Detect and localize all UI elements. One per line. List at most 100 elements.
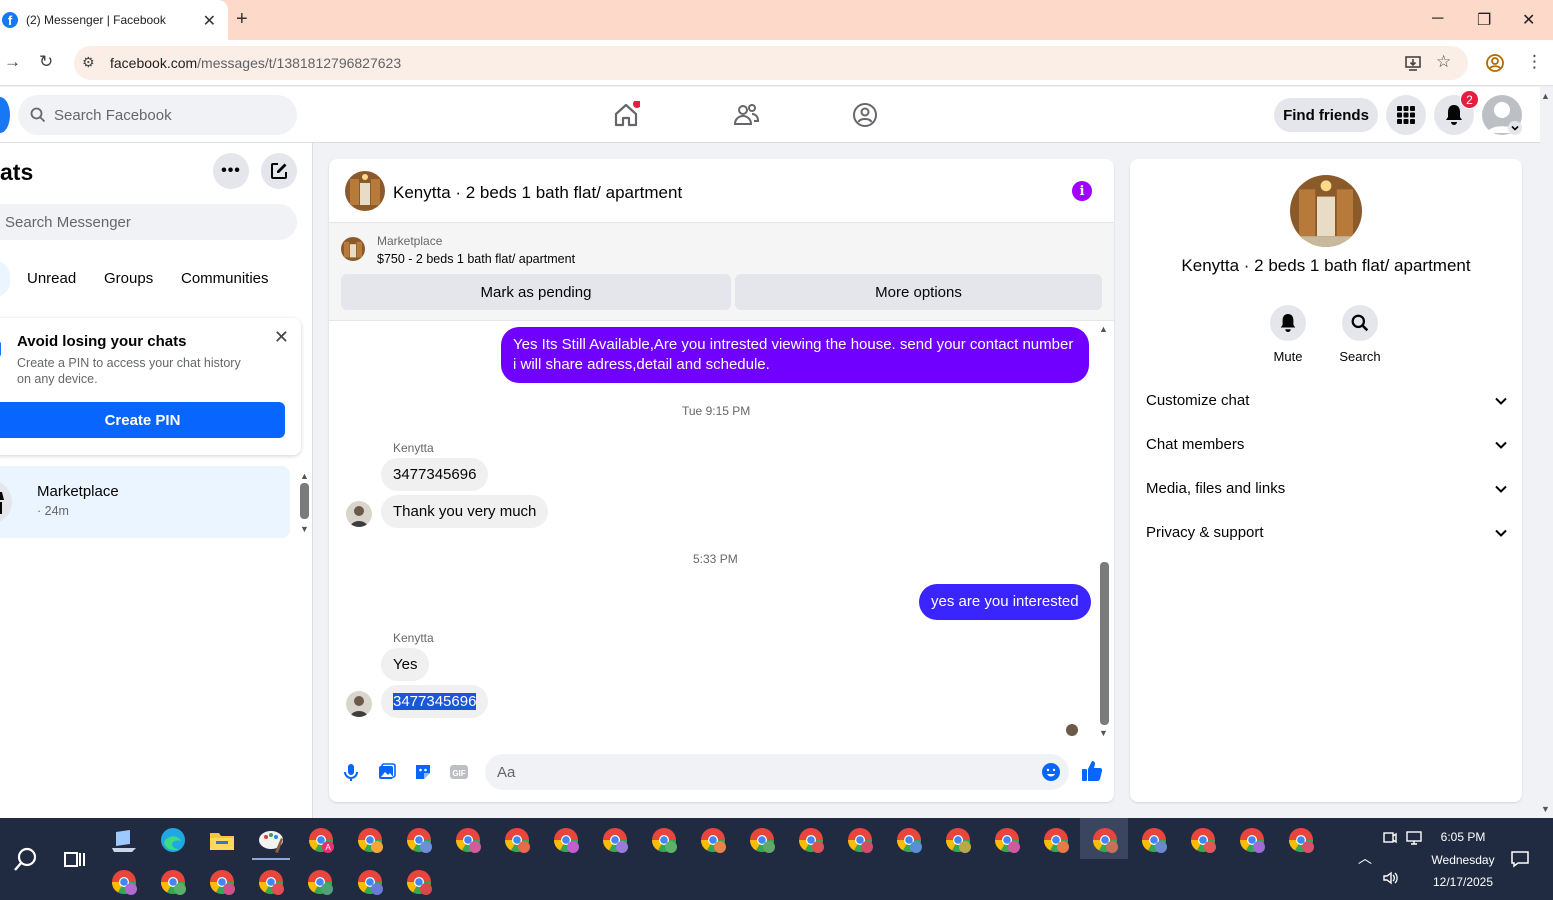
section-media-files-links[interactable]: Media, files and links <box>1146 480 1508 497</box>
close-tab-icon[interactable]: ✕ <box>203 11 216 31</box>
close-icon[interactable]: ✕ <box>274 327 289 348</box>
emoji-icon[interactable] <box>1041 762 1061 782</box>
laptop-app-icon[interactable] <box>110 826 138 854</box>
chrome-profile-icon[interactable] <box>1238 826 1266 854</box>
page-scroll-up-icon[interactable]: ▲ <box>1541 91 1550 101</box>
chrome-profile-icon[interactable] <box>405 868 433 896</box>
chrome-profile-icon[interactable] <box>944 826 972 854</box>
file-explorer-icon[interactable] <box>208 826 236 854</box>
filter-communities[interactable]: Communities <box>181 270 269 287</box>
chrome-profile-icon[interactable] <box>993 826 1021 854</box>
restore-icon[interactable]: ❐ <box>1477 10 1491 30</box>
filter-unread[interactable]: Unread <box>27 270 76 287</box>
install-app-icon[interactable] <box>1404 54 1422 72</box>
sidebar-scroll-up-icon[interactable]: ▲ <box>300 471 309 481</box>
chrome-profile-icon[interactable] <box>699 826 727 854</box>
thumbs-up-icon[interactable] <box>1080 759 1104 783</box>
more-options-button[interactable]: More options <box>735 274 1102 310</box>
mute-action[interactable]: Mute <box>1258 305 1318 364</box>
section-chat-members[interactable]: Chat members <box>1146 436 1508 453</box>
chats-options-button[interactable]: ••• <box>213 153 249 189</box>
chrome-profile-icon[interactable] <box>110 868 138 896</box>
new-tab-icon[interactable]: + <box>236 8 248 31</box>
create-pin-button[interactable]: Create PIN <box>0 402 285 438</box>
account-chevron-icon[interactable] <box>1508 121 1522 135</box>
section-privacy-support[interactable]: Privacy & support <box>1146 524 1508 541</box>
facebook-logo-icon[interactable] <box>0 97 10 133</box>
sidebar-scrollbar[interactable] <box>300 483 309 519</box>
chrome-profile-icon[interactable] <box>1091 826 1119 854</box>
chrome-profile-icon[interactable] <box>257 868 285 896</box>
page-scroll-down-icon[interactable]: ▼ <box>1541 804 1550 814</box>
message-input[interactable]: Aa <box>485 754 1069 790</box>
chrome-profile-icon[interactable] <box>552 826 580 854</box>
filter-all-pill[interactable] <box>0 261 10 297</box>
gif-icon[interactable]: GIF <box>449 762 469 782</box>
search-messenger-input[interactable]: Search Messenger <box>0 204 297 240</box>
chrome-profile-icon[interactable] <box>208 868 236 896</box>
chrome-profile-icon[interactable] <box>306 868 334 896</box>
find-friends-button[interactable]: Find friends <box>1274 98 1378 132</box>
chrome-profile-icon[interactable] <box>1140 826 1168 854</box>
sticker-icon[interactable] <box>413 762 433 782</box>
chrome-profile-icon[interactable] <box>895 826 923 854</box>
message-outgoing[interactable]: yes are you interested <box>919 584 1091 620</box>
task-view-icon[interactable] <box>60 846 88 874</box>
chat-scroll-down-icon[interactable]: ▼ <box>1099 728 1108 738</box>
close-window-icon[interactable]: ✕ <box>1522 10 1535 30</box>
chrome-profile-icon[interactable] <box>503 826 531 854</box>
omnibox[interactable]: ⚙ facebook.com/messages/t/13818127968276… <box>74 46 1468 80</box>
volume-icon[interactable] <box>1382 870 1400 886</box>
notification-center-icon[interactable] <box>1510 850 1530 868</box>
chrome-profile-icon[interactable] <box>454 826 482 854</box>
chrome-profile-icon[interactable] <box>1189 826 1217 854</box>
contact-large-avatar[interactable] <box>1290 175 1362 247</box>
chrome-profile-icon[interactable] <box>1042 826 1070 854</box>
message-incoming[interactable]: 3477345696 <box>381 458 489 491</box>
mark-as-pending-button[interactable]: Mark as pending <box>341 274 731 310</box>
groups-icon[interactable] <box>851 101 879 129</box>
edge-icon[interactable] <box>159 826 187 854</box>
forward-icon[interactable]: → <box>4 52 21 72</box>
new-message-button[interactable] <box>261 153 297 189</box>
chrome-profile-icon[interactable] <box>405 826 433 854</box>
chrome-menu-icon[interactable]: ⋮ <box>1526 52 1543 72</box>
chrome-profile-icon[interactable] <box>356 826 384 854</box>
message-incoming[interactable]: Yes <box>381 648 430 681</box>
chrome-profile-icon[interactable] <box>650 826 678 854</box>
contact-avatar[interactable] <box>345 171 385 211</box>
clock-day[interactable]: Wednesday <box>1428 853 1498 867</box>
chat-title[interactable]: Kenytta · 2 beds 1 bath flat/ apartment <box>393 183 682 203</box>
chrome-icon[interactable]: A <box>307 826 335 854</box>
listing-thumbnail[interactable] <box>341 237 365 261</box>
minimize-icon[interactable]: ─ <box>1432 10 1443 28</box>
chrome-profile-icon[interactable] <box>159 868 187 896</box>
chat-scrollbar[interactable] <box>1100 562 1109 725</box>
chrome-profile-icon[interactable] <box>1287 826 1315 854</box>
chrome-profile-icon[interactable] <box>356 868 384 896</box>
search-facebook-input[interactable]: Search Facebook <box>18 95 297 135</box>
message-incoming[interactable]: Thank you very much <box>381 495 549 528</box>
photo-icon[interactable] <box>377 762 397 782</box>
menu-button[interactable] <box>1386 95 1426 135</box>
bookmark-star-icon[interactable]: ☆ <box>1436 52 1451 72</box>
chrome-profile-icon[interactable] <box>748 826 776 854</box>
microphone-icon[interactable] <box>341 762 361 782</box>
network-icon[interactable] <box>1406 830 1424 846</box>
listing-title[interactable]: $750 - 2 beds 1 bath flat/ apartment <box>377 252 575 266</box>
message-outgoing[interactable]: Yes Its Still Available,Are you intreste… <box>501 327 1089 383</box>
friends-icon[interactable] <box>732 101 760 129</box>
chrome-profile-icon[interactable] <box>846 826 874 854</box>
home-icon[interactable] <box>612 101 640 129</box>
chat-scroll-up-icon[interactable]: ▲ <box>1099 324 1108 334</box>
message-incoming-selected[interactable]: 3477345696 <box>381 685 489 718</box>
profile-icon[interactable] <box>1485 53 1505 73</box>
chrome-profile-icon[interactable] <box>797 826 825 854</box>
paint-app-icon[interactable] <box>257 826 285 854</box>
chrome-profile-icon[interactable] <box>601 826 629 854</box>
clock-time[interactable]: 6:05 PM <box>1430 830 1496 844</box>
meet-now-icon[interactable] <box>1382 830 1398 846</box>
reload-icon[interactable]: ↻ <box>39 52 53 72</box>
search-icon[interactable] <box>12 846 40 874</box>
clock-date[interactable]: 12/17/2025 <box>1428 875 1498 889</box>
